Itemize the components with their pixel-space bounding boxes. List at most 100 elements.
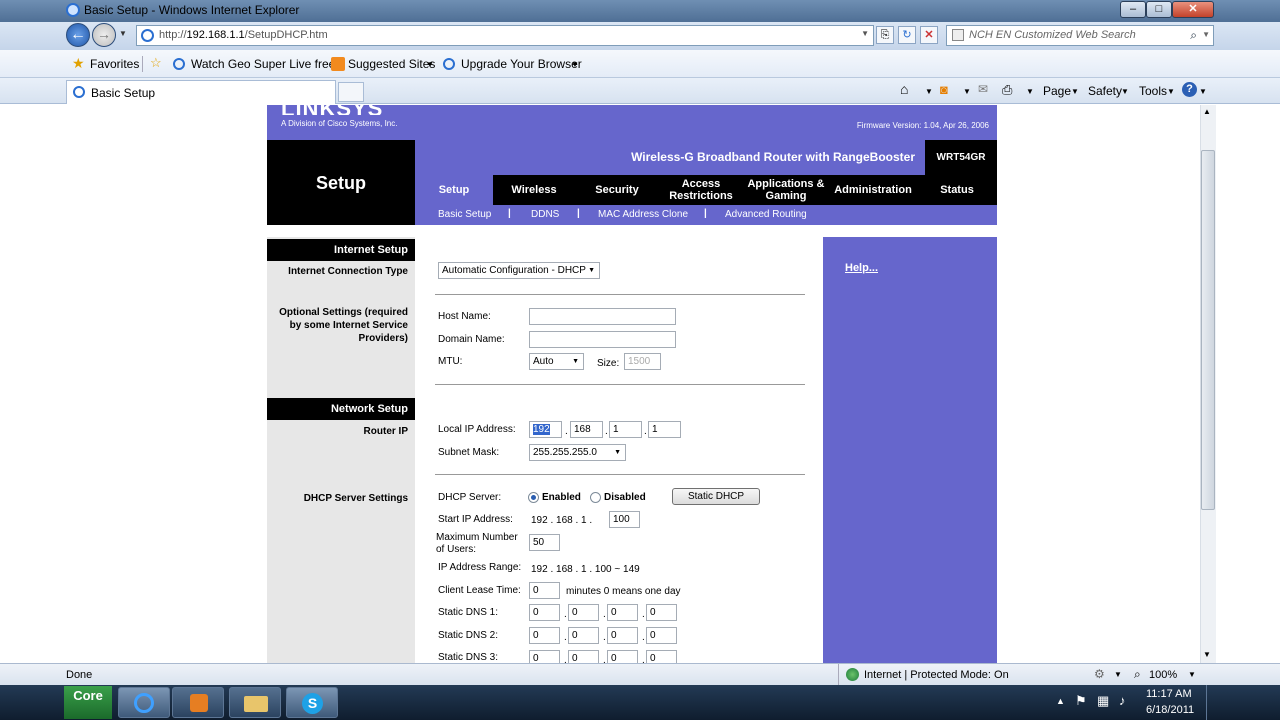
volume-icon[interactable]: ♪	[1119, 693, 1126, 708]
chevron-down-icon[interactable]: ▼	[963, 87, 971, 96]
search-dropdown-icon[interactable]: ▼	[1202, 30, 1210, 39]
subtab-ddns[interactable]: DDNS	[531, 209, 559, 220]
chevron-down-icon[interactable]: ▼	[1114, 670, 1122, 679]
chevron-down-icon[interactable]: ▼	[1199, 87, 1207, 96]
refresh-icon[interactable]: ↻	[898, 26, 916, 44]
max-users-input[interactable]: 50	[529, 534, 560, 551]
dns1-octet-2[interactable]: 0	[568, 604, 599, 621]
dhcp-enabled-radio[interactable]	[528, 492, 539, 503]
local-ip-octet-4[interactable]: 1	[648, 421, 681, 438]
suggested-sites-icon	[331, 57, 345, 71]
dns3-octet-1[interactable]: 0	[529, 650, 560, 663]
help-link[interactable]: Help...	[845, 262, 878, 274]
dns2-octet-1[interactable]: 0	[529, 627, 560, 644]
history-dropdown-icon[interactable]: ▼	[119, 29, 127, 38]
mtu-select[interactable]: Auto ▼	[529, 353, 584, 370]
favorites-button[interactable]: Favorites	[90, 57, 139, 71]
static-dhcp-button[interactable]: Static DHCP	[672, 488, 760, 505]
back-button[interactable]: ←	[66, 23, 90, 47]
tab-basic-setup[interactable]: Basic Setup	[66, 80, 336, 104]
dns3-octet-2[interactable]: 0	[568, 650, 599, 663]
taskbar-explorer-button[interactable]	[229, 687, 281, 718]
dns1-octet-4[interactable]: 0	[646, 604, 677, 621]
network-icon[interactable]: ▦	[1097, 693, 1109, 709]
tab-wireless[interactable]: Wireless	[493, 175, 575, 205]
chevron-down-icon[interactable]: ▼	[1121, 87, 1129, 96]
tab-applications-gaming[interactable]: Applications & Gaming	[743, 175, 829, 205]
chevron-down-icon[interactable]: ▼	[1188, 670, 1196, 679]
chevron-down-icon[interactable]: ▼	[1071, 87, 1079, 96]
search-input[interactable]: NCH EN Customized Web Search ⌕ ▼	[946, 25, 1214, 46]
new-tab-button[interactable]	[338, 82, 364, 102]
add-favorite-icon[interactable]: ☆	[150, 55, 162, 71]
zoom-level[interactable]: 100%	[1149, 669, 1177, 681]
lease-time-input[interactable]: 0	[529, 582, 560, 599]
conn-type-select[interactable]: Automatic Configuration - DHCP ▼	[438, 262, 600, 279]
page-menu[interactable]: Page	[1043, 84, 1071, 98]
forward-button[interactable]: →	[92, 23, 116, 47]
clock-time[interactable]: 11:17 AM	[1146, 688, 1192, 700]
tab-access-restrictions[interactable]: Access Restrictions	[659, 175, 743, 205]
tab-security[interactable]: Security	[575, 175, 659, 205]
taskbar-media-player-button[interactable]	[172, 687, 224, 718]
dns2-octet-4[interactable]: 0	[646, 627, 677, 644]
local-ip-octet-1[interactable]: 192	[529, 421, 562, 438]
help-icon[interactable]: ?	[1182, 82, 1197, 97]
close-button[interactable]: ✕	[1172, 1, 1214, 18]
stop-icon[interactable]: ✕	[920, 26, 938, 44]
start-ip-last-input[interactable]: 100	[609, 511, 640, 528]
chevron-down-icon[interactable]: ▼	[925, 87, 933, 96]
local-ip-octet-3[interactable]: 1	[609, 421, 642, 438]
chevron-down-icon[interactable]: ▼	[1026, 87, 1034, 96]
subtab-basic-setup[interactable]: Basic Setup	[438, 209, 491, 220]
show-desktop-button[interactable]	[1206, 685, 1216, 720]
taskbar-ie-button[interactable]	[118, 687, 170, 718]
fav-upgrade-browser[interactable]: Upgrade Your Browser	[461, 57, 582, 71]
subtab-mac-address-clone[interactable]: MAC Address Clone	[598, 209, 688, 220]
tools-menu[interactable]: Tools	[1139, 84, 1167, 98]
home-icon[interactable]: ⌂	[900, 81, 908, 97]
tab-status[interactable]: Status	[917, 175, 997, 205]
dns2-octet-2[interactable]: 0	[568, 627, 599, 644]
minimize-button[interactable]: –	[1120, 1, 1146, 18]
maximize-button[interactable]: □	[1146, 1, 1172, 18]
chevron-down-icon[interactable]: ▼	[426, 60, 434, 69]
dns1-octet-1[interactable]: 0	[529, 604, 560, 621]
size-input[interactable]: 1500	[624, 353, 661, 370]
action-center-flag-icon[interactable]: ⚑	[1075, 693, 1087, 709]
dhcp-disabled-radio[interactable]	[590, 492, 601, 503]
safety-menu[interactable]: Safety	[1088, 84, 1122, 98]
address-input[interactable]: http://192.168.1.1/SetupDHCP.htm ▼	[136, 25, 874, 46]
compatibility-icon[interactable]: ⎘	[876, 26, 894, 44]
subtab-advanced-routing[interactable]: Advanced Routing	[725, 209, 807, 220]
chevron-down-icon[interactable]: ▼	[1167, 87, 1175, 96]
dns3-octet-3[interactable]: 0	[607, 650, 638, 663]
dns3-octet-4[interactable]: 0	[646, 650, 677, 663]
scroll-down-icon[interactable]: ▼	[1203, 650, 1211, 659]
clock-date[interactable]: 6/18/2011	[1146, 704, 1194, 716]
taskbar-skype-button[interactable]: S	[286, 687, 338, 718]
local-ip-octet-2[interactable]: 168	[570, 421, 603, 438]
zoom-icon[interactable]: ⌕	[1134, 667, 1141, 682]
tab-administration[interactable]: Administration	[829, 175, 917, 205]
chevron-down-icon[interactable]: ▼	[571, 60, 579, 69]
dns2-octet-3[interactable]: 0	[607, 627, 638, 644]
dns1-octet-3[interactable]: 0	[607, 604, 638, 621]
protected-mode-icon[interactable]: ⚙	[1094, 667, 1105, 681]
tab-setup[interactable]: Setup	[415, 175, 493, 205]
search-icon[interactable]: ⌕	[1190, 28, 1197, 43]
subnet-mask-select[interactable]: 255.255.255.0 ▼	[529, 444, 626, 461]
mail-icon[interactable]: ✉	[978, 82, 988, 96]
domain-name-input[interactable]	[529, 331, 676, 348]
fav-suggested-sites[interactable]: Suggested Sites	[348, 57, 435, 71]
start-button[interactable]: Core	[64, 686, 112, 719]
security-zone[interactable]: Internet | Protected Mode: On	[864, 669, 1009, 681]
feeds-icon[interactable]: ◙	[940, 82, 948, 97]
scrollbar-thumb[interactable]	[1201, 150, 1215, 510]
print-icon[interactable]: ⎙	[1002, 82, 1012, 98]
host-name-input[interactable]	[529, 308, 676, 325]
tray-expand-icon[interactable]: ▲	[1056, 696, 1065, 706]
address-dropdown-icon[interactable]: ▼	[861, 29, 869, 38]
scroll-up-icon[interactable]: ▲	[1203, 107, 1211, 116]
fav-geo-super[interactable]: Watch Geo Super Live free...	[191, 57, 345, 71]
